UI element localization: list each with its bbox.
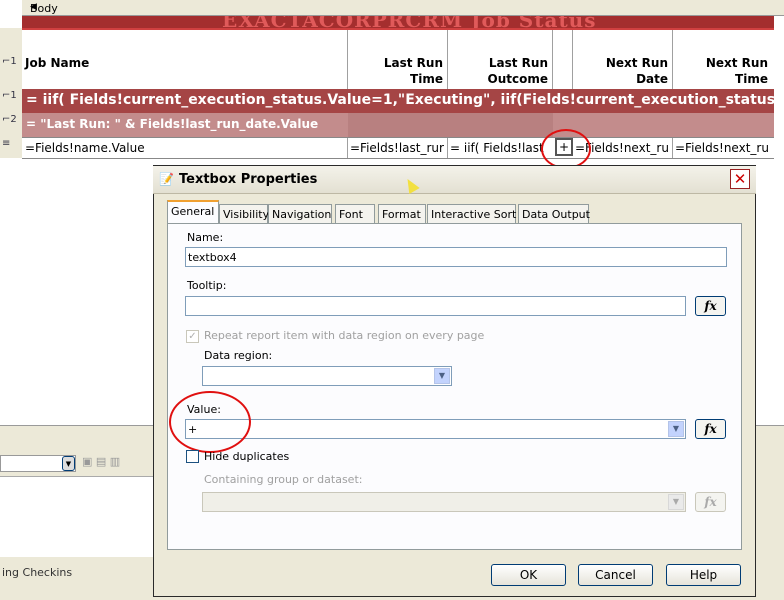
col-divider xyxy=(447,30,448,52)
col-divider xyxy=(672,30,673,52)
help-button[interactable]: Help xyxy=(666,564,741,586)
row-handle-gutter: ⌐1 ⌐1 ⌐2 ≡ xyxy=(0,28,23,158)
pane-dropdown[interactable]: ▼ xyxy=(0,455,76,472)
data-region-select[interactable]: ▼ xyxy=(202,366,452,386)
last-run-expression: = "Last Run: " & Fields!last_run_date.Va… xyxy=(26,117,319,131)
chevron-down-icon[interactable]: ▼ xyxy=(668,494,684,510)
header-line: Date xyxy=(636,72,668,86)
lastrun-cell-bg xyxy=(348,113,448,137)
tab-font[interactable]: Font xyxy=(335,204,375,223)
containing-group-label: Containing group or dataset: xyxy=(204,473,363,486)
tab-navigation[interactable]: Navigation xyxy=(268,204,332,223)
report-title-text: EXACTACORPRCRM Job Status xyxy=(222,16,597,28)
header-line: Outcome xyxy=(487,72,548,86)
header-last-run-outcome[interactable]: Last Run Outcome xyxy=(447,55,548,87)
tooltip-field[interactable] xyxy=(185,296,686,316)
cancel-button[interactable]: Cancel xyxy=(578,564,653,586)
name-field[interactable]: textbox4 xyxy=(185,247,727,267)
ok-button[interactable]: OK xyxy=(491,564,566,586)
group-header-1-handle[interactable]: ⌐1 xyxy=(2,56,18,70)
dialog-title-bar[interactable]: 📝 Textbox Properties xyxy=(153,166,756,194)
containing-group-expression-button[interactable]: fx xyxy=(695,492,726,512)
execution-status-expression: = iif( Fields!current_execution_status.V… xyxy=(26,92,774,108)
chevron-down-icon[interactable]: ▼ xyxy=(434,368,450,384)
annotation-circle-value xyxy=(169,391,251,453)
col-divider xyxy=(347,138,348,158)
header-line: Time xyxy=(735,72,768,86)
header-line: Time xyxy=(410,72,443,86)
pane-status-text: ing Checkins xyxy=(2,566,73,579)
tooltip-label: Tooltip: xyxy=(187,279,227,292)
value-expression-button[interactable]: fx xyxy=(695,419,726,439)
header-next-run-time[interactable]: Next Run Time xyxy=(672,55,768,87)
header-line: Last Run xyxy=(488,56,548,70)
containing-group-select[interactable]: ▼ xyxy=(202,492,686,512)
tooltip-expression-button[interactable]: fx xyxy=(695,296,726,316)
execution-status-row[interactable]: = iif( Fields!current_execution_status.V… xyxy=(22,89,774,113)
header-line: Last Run xyxy=(383,56,443,70)
lastrun-cell-bg xyxy=(448,113,553,137)
col-divider xyxy=(347,51,348,89)
tab-data-output[interactable]: Data Output xyxy=(518,204,590,223)
header-last-run-time[interactable]: Last Run Time xyxy=(347,55,443,87)
detail-row[interactable]: =Fields!name.Value =Fields!last_rur = ii… xyxy=(22,137,774,159)
col-divider xyxy=(552,30,553,52)
col-divider xyxy=(347,30,348,52)
tab-interactive-sort[interactable]: Interactive Sort xyxy=(427,204,516,223)
col-divider xyxy=(552,51,553,89)
col-divider xyxy=(572,30,573,52)
header-next-run-date[interactable]: Next Run Date xyxy=(572,55,668,87)
hide-duplicates-label: Hide duplicates xyxy=(204,450,290,463)
pane-content-area xyxy=(0,476,160,557)
tab-general[interactable]: General xyxy=(167,200,219,224)
header-job-name[interactable]: Job Name xyxy=(25,55,325,71)
body-section-tab[interactable]: ◀ Body xyxy=(22,0,784,16)
group-header-2-handle[interactable]: ⌐2 xyxy=(2,114,18,128)
dialog-title: Textbox Properties xyxy=(179,172,318,187)
properties-icon: 📝 xyxy=(159,172,174,186)
col-divider xyxy=(672,51,673,89)
annotation-circle-plus xyxy=(541,129,591,169)
name-label: Name: xyxy=(187,231,224,244)
table-top-row[interactable] xyxy=(22,28,774,53)
detail-next-run-time-cell[interactable]: =Fields!next_ru xyxy=(675,141,772,155)
tab-visibility[interactable]: Visibility xyxy=(219,204,269,223)
repeat-checkbox[interactable]: ✓ xyxy=(186,330,199,343)
col-divider xyxy=(572,51,573,89)
last-run-group-row[interactable]: = "Last Run: " & Fields!last_run_date.Va… xyxy=(22,113,774,137)
detail-last-run-outcome-cell[interactable]: = iif( Fields!last xyxy=(450,141,550,155)
tab-format[interactable]: Format xyxy=(378,204,426,223)
col-divider xyxy=(672,138,673,158)
detail-last-run-time-cell[interactable]: =Fields!last_rur xyxy=(350,141,445,155)
body-tab-label: Body xyxy=(30,2,58,15)
report-title-textbox[interactable]: EXACTACORPRCRM Job Status xyxy=(22,16,774,28)
data-region-label: Data region: xyxy=(204,349,273,362)
hide-duplicates-checkbox[interactable] xyxy=(186,450,199,463)
header-line: Next Run xyxy=(705,56,768,70)
group-header-1b-handle[interactable]: ⌐1 xyxy=(2,90,18,104)
header-line: Next Run xyxy=(605,56,668,70)
pane-toolbar-icons[interactable]: ▣ ▤ ▥ xyxy=(82,455,152,471)
detail-row-handle[interactable]: ≡ xyxy=(2,138,18,152)
value-field[interactable]: + ▼ xyxy=(185,419,686,439)
repeat-label: Repeat report item with data region on e… xyxy=(204,329,485,342)
col-divider xyxy=(447,51,448,89)
table-header-row[interactable]: Job Name Last Run Time Last Run Outcome … xyxy=(22,51,774,90)
chevron-down-icon[interactable]: ▼ xyxy=(62,456,75,471)
detail-name-cell[interactable]: =Fields!name.Value xyxy=(25,141,343,155)
col-divider xyxy=(447,138,448,158)
close-button[interactable]: ✕ xyxy=(730,169,750,189)
chevron-down-icon[interactable]: ▼ xyxy=(668,421,684,437)
